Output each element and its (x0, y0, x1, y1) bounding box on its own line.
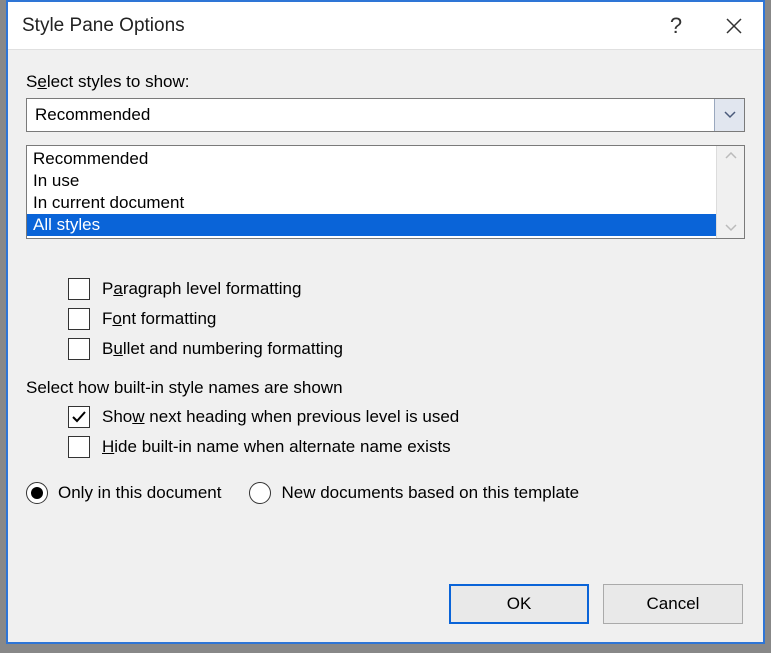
dialog-button-row: OK Cancel (449, 584, 743, 624)
formatting-section: Paragraph level formatting Font formatti… (26, 278, 745, 504)
style-pane-options-dialog: Style Pane Options ? Select styles to sh… (6, 0, 765, 644)
close-button[interactable] (705, 2, 763, 50)
chevron-down-icon (724, 111, 736, 119)
font-formatting-label: Font formatting (102, 309, 216, 329)
scroll-up-icon (725, 152, 737, 160)
show-next-heading-checkbox[interactable] (68, 406, 90, 428)
close-icon (725, 17, 743, 35)
paragraph-formatting-checkbox[interactable] (68, 278, 90, 300)
bullet-formatting-row: Bullet and numbering formatting (68, 338, 745, 360)
new-documents-template-radio[interactable] (249, 482, 271, 504)
paragraph-formatting-label: Paragraph level formatting (102, 279, 301, 299)
combo-dropdown-button[interactable] (714, 99, 744, 131)
dropdown-item[interactable]: All styles (27, 214, 716, 236)
builtin-names-label: Select how built-in style names are show… (26, 378, 745, 398)
ok-button[interactable]: OK (449, 584, 589, 624)
titlebar: Style Pane Options ? (8, 2, 763, 50)
check-icon (71, 409, 87, 425)
dropdown-item[interactable]: In use (27, 170, 716, 192)
dialog-body: Select styles to show: Recommended Recom… (8, 50, 763, 504)
show-next-heading-row: Show next heading when previous level is… (68, 406, 745, 428)
new-documents-template-group: New documents based on this template (249, 482, 579, 504)
paragraph-formatting-row: Paragraph level formatting (68, 278, 745, 300)
new-documents-template-label: New documents based on this template (281, 483, 579, 503)
bullet-formatting-checkbox[interactable] (68, 338, 90, 360)
dropdown-scrollbar[interactable] (716, 146, 744, 238)
only-this-document-group: Only in this document (26, 482, 221, 504)
bullet-formatting-label: Bullet and numbering formatting (102, 339, 343, 359)
styles-to-show-combo[interactable]: Recommended (26, 98, 745, 132)
show-next-heading-label: Show next heading when previous level is… (102, 407, 459, 427)
only-this-document-radio[interactable] (26, 482, 48, 504)
font-formatting-checkbox[interactable] (68, 308, 90, 330)
cancel-button[interactable]: Cancel (603, 584, 743, 624)
styles-dropdown-list: RecommendedIn useIn current documentAll … (26, 145, 745, 239)
scope-radio-row: Only in this document New documents base… (26, 482, 745, 504)
dropdown-item[interactable]: In current document (27, 192, 716, 214)
font-formatting-row: Font formatting (68, 308, 745, 330)
hide-builtin-name-label: Hide built-in name when alternate name e… (102, 437, 451, 457)
only-this-document-label: Only in this document (58, 483, 221, 503)
dropdown-item[interactable]: Recommended (27, 148, 716, 170)
help-button[interactable]: ? (647, 2, 705, 50)
dialog-title: Style Pane Options (22, 15, 647, 37)
select-styles-label: Select styles to show: (26, 72, 745, 92)
hide-builtin-name-row: Hide built-in name when alternate name e… (68, 436, 745, 458)
combo-value: Recommended (35, 105, 150, 125)
hide-builtin-name-checkbox[interactable] (68, 436, 90, 458)
scroll-down-icon (725, 224, 737, 232)
